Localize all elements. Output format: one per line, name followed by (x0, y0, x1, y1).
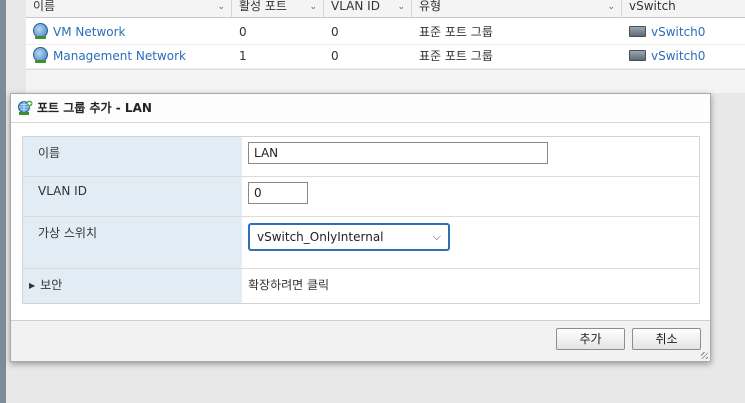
column-header-label: vSwitch (629, 0, 676, 13)
chevron-down-icon: ⌵ (432, 230, 441, 243)
form-row-vswitch: 가상 스위치 vSwitch_OnlyInternal ⌵ (23, 217, 699, 269)
cell-active-ports: 0 (239, 25, 247, 39)
cell-vlan-id: 0 (331, 49, 339, 63)
vlan-id-label: VLAN ID (23, 177, 242, 216)
cell-type: 표준 포트 그룹 (419, 25, 493, 39)
chevron-down-icon[interactable]: ⌄ (309, 1, 317, 13)
form-row-security[interactable]: ▶ 보안 확장하려면 클릭 (23, 269, 699, 303)
dialog-titlebar[interactable]: 포트 그룹 추가 - LAN (11, 94, 710, 123)
chevron-down-icon[interactable]: ⌄ (607, 1, 615, 13)
table-row[interactable]: Management Network 1 0 표준 포트 그룹 vSwitch0 (26, 44, 745, 69)
vswitch-select[interactable]: vSwitch_OnlyInternal ⌵ (248, 223, 450, 251)
vswitch-link[interactable]: vSwitch0 (651, 25, 705, 39)
name-value-cell: LAN (242, 137, 699, 176)
table-row[interactable]: VM Network 0 0 표준 포트 그룹 vSwitch0 (26, 20, 745, 45)
resize-grip-icon[interactable] (701, 352, 708, 359)
form-row-vlan: VLAN ID 0 (23, 177, 699, 217)
cell-type: 표준 포트 그룹 (419, 49, 493, 63)
vswitch-label: 가상 스위치 (23, 217, 242, 268)
cancel-button[interactable]: 취소 (632, 328, 701, 350)
vswitch-selected-value: vSwitch_OnlyInternal (257, 230, 384, 244)
name-input[interactable]: LAN (248, 142, 548, 164)
security-expand-hint[interactable]: 확장하려면 클릭 (248, 276, 329, 293)
vlan-id-value-cell: 0 (242, 177, 699, 216)
form-row-name: 이름 LAN (23, 137, 699, 177)
vswitch-value-cell: vSwitch_OnlyInternal ⌵ (242, 217, 699, 268)
cell-vlan-id: 0 (331, 25, 339, 39)
cell-name[interactable]: VM Network (26, 20, 232, 44)
vswitch-link[interactable]: vSwitch0 (651, 49, 705, 63)
vswitch-icon (629, 26, 646, 37)
grid-footer (26, 69, 745, 93)
column-header-label: 유형 (419, 0, 442, 13)
portgroup-link[interactable]: Management Network (53, 49, 186, 63)
column-header-vswitch[interactable]: vSwitch (622, 0, 745, 17)
grid-header: 이름 ⌄ 활성 포트 ⌄ VLAN ID ⌄ 유형 ⌄ vSwitch (26, 0, 745, 18)
expand-caret-icon[interactable]: ▶ (29, 281, 35, 290)
cell-name[interactable]: Management Network (26, 44, 232, 68)
column-header-vlan-id[interactable]: VLAN ID ⌄ (324, 0, 412, 17)
column-header-active-ports[interactable]: 활성 포트 ⌄ (232, 0, 324, 17)
portgroup-link[interactable]: VM Network (53, 25, 125, 39)
column-header-name[interactable]: 이름 ⌄ (26, 0, 232, 17)
dialog-title: 포트 그룹 추가 - LAN (37, 101, 152, 115)
add-portgroup-dialog: 포트 그룹 추가 - LAN 이름 LAN VLAN ID 0 가상 스위치 v… (10, 93, 711, 362)
network-globe-icon (33, 47, 48, 63)
portgroup-form: 이름 LAN VLAN ID 0 가상 스위치 vSwitch_OnlyInte… (22, 136, 700, 304)
add-button[interactable]: 추가 (556, 328, 625, 350)
vlan-id-input[interactable]: 0 (248, 182, 308, 204)
vswitch-icon (629, 50, 646, 61)
network-globe-icon (33, 23, 48, 39)
name-label: 이름 (23, 137, 242, 176)
chevron-down-icon[interactable]: ⌄ (397, 1, 405, 13)
column-header-label: 활성 포트 (239, 0, 287, 13)
security-value-cell[interactable]: 확장하려면 클릭 (242, 269, 699, 303)
dialog-body: 이름 LAN VLAN ID 0 가상 스위치 vSwitch_OnlyInte… (11, 123, 710, 321)
column-header-label: 이름 (33, 0, 56, 13)
column-header-label: VLAN ID (331, 0, 380, 13)
dialog-footer: 추가 취소 (11, 321, 710, 361)
portgroup-grid: 이름 ⌄ 활성 포트 ⌄ VLAN ID ⌄ 유형 ⌄ vSwitch VM N… (26, 0, 745, 93)
security-label-cell[interactable]: ▶ 보안 (23, 269, 242, 303)
security-label: 보안 (40, 278, 63, 292)
chevron-down-icon[interactable]: ⌄ (217, 1, 225, 13)
cell-vswitch[interactable]: vSwitch0 (622, 44, 745, 68)
cell-active-ports: 1 (239, 49, 247, 63)
column-header-type[interactable]: 유형 ⌄ (412, 0, 622, 17)
cell-vswitch[interactable]: vSwitch0 (622, 20, 745, 44)
add-portgroup-icon (18, 100, 33, 115)
